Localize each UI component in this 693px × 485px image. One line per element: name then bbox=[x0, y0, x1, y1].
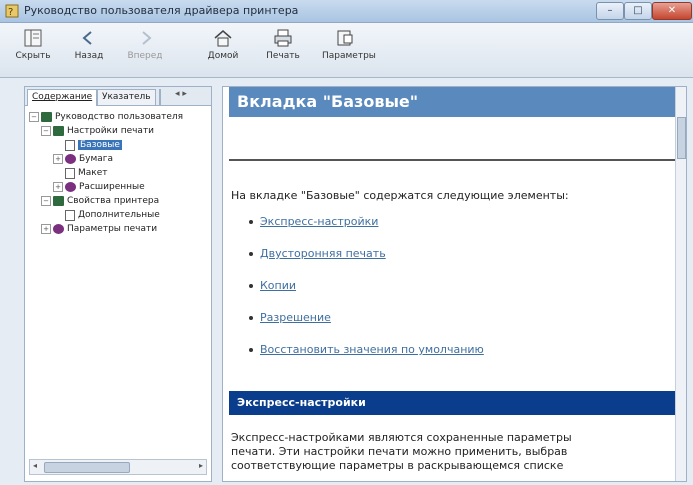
back-label: Назад bbox=[74, 51, 104, 61]
minimize-button[interactable]: – bbox=[596, 2, 624, 20]
close-button[interactable]: ✕ bbox=[652, 2, 692, 20]
scroll-thumb[interactable] bbox=[677, 117, 686, 159]
body-paragraph: Экспресс-настройками являются сохраненны… bbox=[231, 431, 661, 473]
forward-icon bbox=[142, 31, 152, 45]
page-title-bar: Вкладка "Базовые" bbox=[229, 87, 677, 117]
expand-icon[interactable]: + bbox=[41, 224, 51, 234]
tab-index[interactable]: Указатель bbox=[97, 89, 156, 105]
section-title: Экспресс-настройки bbox=[237, 396, 366, 409]
divider bbox=[229, 159, 677, 161]
page-title: Вкладка "Базовые" bbox=[237, 92, 419, 111]
list-item: Восстановить значения по умолчанию bbox=[249, 343, 484, 356]
gear-icon bbox=[53, 224, 64, 234]
page-icon bbox=[65, 167, 75, 179]
hide-button[interactable]: Скрыть bbox=[10, 29, 56, 73]
toolbar: Скрыть Назад Вперед Домой Печать Парамет… bbox=[0, 23, 693, 78]
list-item: Копии bbox=[249, 279, 296, 292]
tree-node-printer-properties[interactable]: − Свойства принтера bbox=[41, 195, 159, 207]
expand-icon[interactable]: + bbox=[53, 154, 63, 164]
options-button[interactable]: Параметры bbox=[322, 29, 376, 73]
section-header: Экспресс-настройки bbox=[229, 391, 677, 415]
print-icon bbox=[274, 29, 292, 47]
home-button[interactable]: Домой bbox=[200, 29, 246, 73]
forward-button[interactable]: Вперед bbox=[122, 29, 168, 73]
gear-icon bbox=[65, 154, 76, 164]
window-title: Руководство пользователя драйвера принте… bbox=[24, 4, 299, 17]
link-restore-defaults[interactable]: Восстановить значения по умолчанию bbox=[260, 343, 484, 356]
print-button[interactable]: Печать bbox=[260, 29, 306, 73]
print-label: Печать bbox=[266, 51, 300, 61]
tab-search[interactable]: Поиск bbox=[159, 89, 161, 105]
page-icon bbox=[65, 209, 75, 221]
tree-node-root[interactable]: − Руководство пользователя bbox=[29, 111, 183, 123]
body-line: соответствующие параметры в раскрывающем… bbox=[231, 459, 564, 472]
collapse-icon[interactable]: − bbox=[29, 112, 39, 122]
book-icon bbox=[41, 112, 52, 122]
body-line: печати. Эти настройки печати можно приме… bbox=[231, 445, 568, 458]
content-pane: Вкладка "Базовые" На вкладке "Базовые" с… bbox=[222, 86, 687, 482]
bullet-icon bbox=[249, 348, 253, 352]
page-icon bbox=[65, 139, 75, 151]
gear-icon bbox=[65, 182, 76, 192]
tab-contents[interactable]: Содержание bbox=[27, 89, 98, 106]
home-label: Домой bbox=[207, 51, 239, 61]
bullet-icon bbox=[249, 252, 253, 256]
list-item: Разрешение bbox=[249, 311, 331, 324]
back-button[interactable]: Назад bbox=[66, 29, 112, 73]
list-item: Двусторонняя печать bbox=[249, 247, 386, 260]
bullet-icon bbox=[249, 316, 253, 320]
tree-node-print-settings[interactable]: − Настройки печати bbox=[41, 125, 154, 137]
content-vertical-scrollbar[interactable] bbox=[675, 87, 686, 481]
hide-icon bbox=[24, 29, 42, 47]
expand-icon[interactable]: + bbox=[53, 182, 63, 192]
tree-node-basic[interactable]: Базовые bbox=[65, 139, 122, 151]
book-icon bbox=[53, 126, 64, 136]
hide-label: Скрыть bbox=[15, 51, 51, 61]
nav-tabs: Содержание Указатель Поиск ◂ ▸ bbox=[25, 87, 211, 106]
home-icon bbox=[214, 30, 232, 47]
app-icon: ? bbox=[5, 4, 19, 18]
body-line: Экспресс-настройками являются сохраненны… bbox=[231, 431, 572, 444]
tree-node-additional[interactable]: Дополнительные bbox=[65, 209, 160, 221]
link-resolution[interactable]: Разрешение bbox=[260, 311, 331, 324]
navigation-pane: Содержание Указатель Поиск ◂ ▸ −Руководс… bbox=[24, 86, 212, 482]
maximize-button[interactable]: □ bbox=[624, 2, 652, 20]
list-item: Экспресс-настройки bbox=[249, 215, 378, 228]
options-label: Параметры bbox=[322, 51, 376, 61]
tree-node-paper[interactable]: + Бумага bbox=[53, 153, 113, 165]
options-icon bbox=[337, 30, 353, 46]
intro-text: На вкладке "Базовые" содержатся следующи… bbox=[231, 189, 569, 202]
scroll-thumb[interactable] bbox=[44, 462, 130, 473]
back-icon bbox=[82, 31, 92, 45]
scroll-right-icon[interactable]: ▸ bbox=[199, 461, 203, 470]
tree-horizontal-scrollbar[interactable]: ◂ ▸ bbox=[29, 459, 207, 475]
svg-text:?: ? bbox=[8, 7, 13, 18]
link-copies[interactable]: Копии bbox=[260, 279, 296, 292]
book-icon bbox=[53, 196, 64, 206]
link-express-settings[interactable]: Экспресс-настройки bbox=[260, 215, 378, 228]
contents-tree: − Руководство пользователя − Настройки печ… bbox=[25, 107, 211, 447]
tree-node-layout[interactable]: Макет bbox=[65, 167, 108, 179]
help-window: ? Руководство пользователя драйвера прин… bbox=[0, 0, 693, 485]
tree-node-print-params[interactable]: + Параметры печати bbox=[41, 223, 157, 235]
title-bar: ? Руководство пользователя драйвера прин… bbox=[0, 0, 693, 23]
bullet-icon bbox=[249, 220, 253, 224]
collapse-icon[interactable]: − bbox=[41, 126, 51, 136]
scroll-left-icon[interactable]: ◂ bbox=[33, 461, 37, 470]
tab-scroll-arrows[interactable]: ◂ ▸ bbox=[175, 89, 187, 99]
link-duplex[interactable]: Двусторонняя печать bbox=[260, 247, 386, 260]
forward-label: Вперед bbox=[127, 51, 163, 61]
bullet-icon bbox=[249, 284, 253, 288]
tree-node-advanced[interactable]: + Расширенные bbox=[53, 181, 145, 193]
collapse-icon[interactable]: − bbox=[41, 196, 51, 206]
